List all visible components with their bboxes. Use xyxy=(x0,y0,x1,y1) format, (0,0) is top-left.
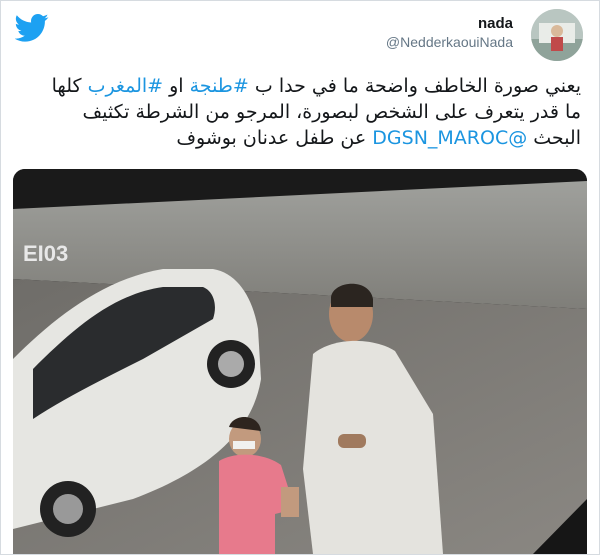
author-block[interactable]: nada @NedderkaouiNada xyxy=(386,15,513,50)
tweet-card: nada @NedderkaouiNada يعني صورة الخاطف و… xyxy=(0,0,600,555)
twitter-bird-icon[interactable] xyxy=(15,13,49,43)
tweet-line-3: البحث @DGSN_MAROC عن طفل عدنان بوشوف xyxy=(19,125,581,151)
author-name[interactable]: nada xyxy=(386,15,513,32)
tweet-text-segment: كلها xyxy=(51,75,88,97)
mention-link[interactable]: @DGSN_MAROC xyxy=(372,127,527,149)
hashtag-link[interactable]: #طنجة xyxy=(190,75,249,97)
tweet-text: يعني صورة الخاطف واضحة ما في حدا ب #طنجة… xyxy=(19,73,581,151)
tweet-line-2: ما قدر يتعرف على الشخص لبصورة، المرجو من… xyxy=(82,101,581,123)
avatar-icon[interactable] xyxy=(531,9,583,61)
camera-label: EI03 xyxy=(23,241,68,266)
hashtag-link[interactable]: #المغرب xyxy=(88,75,164,97)
tweet-text-segment: او xyxy=(163,75,190,97)
author-handle[interactable]: @NedderkaouiNada xyxy=(386,34,513,50)
tweet-line-1: يعني صورة الخاطف واضحة ما في حدا ب #طنجة… xyxy=(19,73,581,99)
tweet-media-image[interactable]: EI03 xyxy=(13,169,587,554)
cctv-photo: EI03 xyxy=(13,169,587,554)
tweet-text-segment: عن طفل عدنان بوشوف xyxy=(176,127,373,149)
tweet-text-segment: يعني صورة الخاطف واضحة ما في حدا ب xyxy=(248,75,581,97)
tweet-text-segment: البحث xyxy=(527,127,581,149)
